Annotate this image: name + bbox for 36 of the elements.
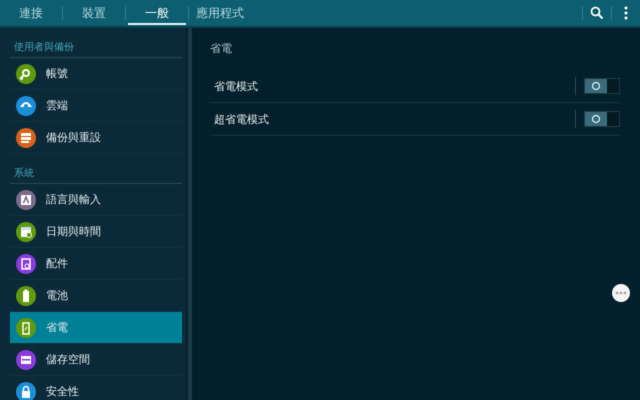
item-label: 電池: [46, 288, 68, 303]
sidebar-item[interactable]: 省電: [10, 312, 182, 344]
dots-icon: [615, 291, 627, 295]
tab[interactable]: 連接: [0, 0, 62, 26]
sidebar-item[interactable]: 配件: [10, 248, 182, 280]
more-options-icon[interactable]: [624, 6, 628, 20]
page-title: 省電: [210, 41, 233, 57]
sidebar-item[interactable]: 雲端: [10, 90, 182, 122]
tab[interactable]: 一般: [126, 0, 188, 26]
item-label: 備份與重設: [46, 130, 101, 145]
section-header: 使用者與備份: [10, 28, 182, 58]
section-header: 系統: [10, 154, 182, 184]
item-label: 語言與輸入: [46, 192, 101, 207]
setting-label: 超省電模式: [214, 112, 270, 126]
sidebar-item[interactable]: 備份與重設: [10, 122, 182, 154]
sidebar-item[interactable]: 日期與時間: [10, 216, 182, 248]
search-icon[interactable]: [590, 6, 604, 20]
sidebar-item[interactable]: 安全性: [10, 376, 182, 400]
sidebar-item[interactable]: 儲存空間: [10, 344, 182, 376]
sidebar-item[interactable]: 帳號: [10, 58, 182, 90]
toggle-switch[interactable]: [584, 111, 620, 127]
setting-label: 省電模式: [214, 78, 259, 94]
item-label: 安全性: [46, 384, 79, 399]
item-label: 帳號: [46, 66, 68, 81]
sidebar-item[interactable]: 語言與輸入: [10, 184, 182, 216]
item-label: 雲端: [46, 98, 68, 113]
tab[interactable]: 應用程式: [189, 0, 251, 26]
item-label: 配件: [46, 256, 68, 271]
item-label: 省電: [46, 320, 68, 335]
item-label: 儲存空間: [46, 352, 90, 367]
item-label: 日期與時間: [46, 224, 101, 239]
tab[interactable]: 裝置: [63, 0, 125, 26]
floating-button[interactable]: [612, 284, 630, 302]
toggle-switch[interactable]: [584, 78, 620, 94]
circle-icon: [591, 114, 601, 124]
circle-icon: [591, 81, 601, 91]
